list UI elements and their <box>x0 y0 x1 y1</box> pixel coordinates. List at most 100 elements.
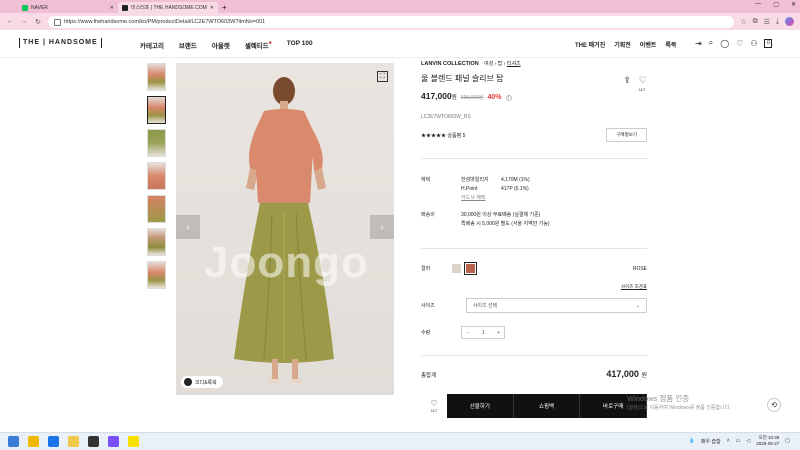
back-icon[interactable]: ← <box>6 18 14 25</box>
plus-icon[interactable]: + <box>497 330 500 336</box>
nav-brand[interactable]: 브랜드 <box>179 40 197 50</box>
util-magazine[interactable]: THE 매거진 <box>575 40 605 49</box>
close-tab-icon[interactable]: ✕ <box>210 5 214 11</box>
delivery-row: 배송비 30,000원 이상 무료배송 (실결제 기준) <box>421 211 647 220</box>
tray-chevron-icon[interactable]: ˄ <box>727 438 730 444</box>
forward-icon[interactable]: → <box>20 18 28 25</box>
like-heart-icon[interactable]: ♡ <box>639 75 647 86</box>
system-tray: 💧 매우 습함 ˄ ▭ ◁ 오전 10:39 2025-06-27 ▢ <box>689 435 790 447</box>
coordi-lookbook-button[interactable]: 코디&룩북 <box>181 376 223 388</box>
price-row: 417,000원 695,000원 40% i <box>421 91 647 101</box>
thumbnail-item[interactable] <box>147 195 166 223</box>
user-icon[interactable]: ⚇ <box>750 39 757 48</box>
review-view-button[interactable]: 구매평보기 <box>606 128 647 142</box>
thumbnail-item[interactable] <box>147 63 166 91</box>
browser-tab-handsome[interactable]: 미스터프 | THE HANDSOME.COM ✕ <box>118 2 218 13</box>
tab-title: 미스터프 | THE HANDSOME.COM <box>131 5 207 11</box>
reload-icon[interactable]: ↻ <box>34 18 42 26</box>
close-tab-icon[interactable]: ✕ <box>110 5 114 11</box>
add-to-bag-button[interactable]: 쇼핑백 <box>513 394 581 418</box>
discount-rate: 40% <box>487 94 502 101</box>
clock[interactable]: 오전 10:39 2025-06-27 <box>756 435 779 447</box>
color-option-row: 컬러 ROSE <box>421 262 647 275</box>
quantity-row: 수량 − 1 + <box>421 326 506 339</box>
product-code: LC2E7WTO603W_RS <box>421 114 471 120</box>
weather-text[interactable]: 매우 습함 <box>701 438 721 445</box>
nav-category[interactable]: 카테고리 <box>140 40 164 50</box>
network-icon[interactable]: ▭ <box>736 438 741 444</box>
thumbnail-item[interactable] <box>147 261 166 289</box>
wish-button[interactable]: ♡ 117 <box>421 394 447 418</box>
maximize-icon[interactable]: ▢ <box>773 1 779 8</box>
quantity-value[interactable]: 1 <box>482 330 485 336</box>
mypage-icon[interactable]: ◯ <box>720 39 729 48</box>
url-field[interactable]: https://www.thehandsome.com/ko/PM/produc… <box>48 15 735 28</box>
brand-name[interactable]: LANVIN COLLECTION <box>421 61 479 67</box>
recent-view-icon[interactable]: ⟲ <box>767 398 781 412</box>
breadcrumb-tshirt[interactable]: 티셔츠 <box>507 61 521 67</box>
gift-button[interactable]: 선물하기 <box>447 394 514 418</box>
windows-activation-watermark: Windows 정품 인증 [설정]으로 이동하여 Windows를 정품 인증… <box>627 393 731 411</box>
minus-icon[interactable]: − <box>466 330 469 336</box>
main-nav: 카테고리 브랜드 아울렛 셀렉티드● TOP 100 <box>140 40 313 50</box>
close-window-icon[interactable]: ✕ <box>791 1 796 8</box>
app-icon[interactable] <box>108 436 119 447</box>
wishlist-heart-icon[interactable]: ♡ <box>736 39 743 48</box>
volume-icon[interactable]: ◁ <box>746 438 750 444</box>
terminal-icon[interactable] <box>88 436 99 447</box>
main-product-image[interactable]: Joongo ⛶ ‹ › 코디&룩북 <box>176 63 394 395</box>
minimize-icon[interactable]: — <box>755 1 761 8</box>
prev-image-button[interactable]: ‹ <box>176 215 200 239</box>
naver-favicon-icon <box>22 4 28 11</box>
shopping-bag-icon[interactable]: 0 <box>764 38 773 48</box>
extensions-icon[interactable]: ⧉ <box>753 18 758 26</box>
new-tab-button[interactable]: + <box>222 2 227 13</box>
favorites-icon[interactable]: ☰ <box>764 18 770 26</box>
fullscreen-icon[interactable]: ⛶ <box>377 71 388 82</box>
breadcrumb-women[interactable]: 여성 <box>484 61 493 67</box>
breadcrumb-top[interactable]: 탑 <box>498 61 503 67</box>
nav-selected[interactable]: 셀렉티드● <box>245 40 272 50</box>
notification-icon[interactable]: ▢ <box>785 438 790 444</box>
total-price: 417,000 원 <box>606 369 647 379</box>
kakaotalk-icon[interactable] <box>128 436 139 447</box>
card-benefit-link[interactable]: 카드사 혜택 <box>461 194 647 203</box>
divider <box>421 355 647 356</box>
size-select[interactable]: 사이즈 선택 ⌄ <box>465 298 647 313</box>
color-swatch-beige[interactable] <box>452 264 461 273</box>
start-icon[interactable] <box>8 436 19 447</box>
profile-avatar[interactable] <box>785 17 794 26</box>
search-icon[interactable]: ⌕ <box>709 38 713 48</box>
thumbnail-item[interactable] <box>147 129 166 157</box>
weather-drop-icon: 💧 <box>688 438 695 444</box>
color-swatch-rose[interactable] <box>464 262 477 275</box>
size-guide-link[interactable]: 사이즈 조견표 <box>621 284 647 290</box>
like-count: 117 <box>638 87 646 92</box>
site-logo[interactable]: THE | HANDSOME <box>19 38 102 48</box>
thumbnail-item-selected[interactable] <box>147 96 166 124</box>
browser-tab-naver[interactable]: NAVER ✕ <box>18 2 118 13</box>
wish-count: 117 <box>430 408 438 413</box>
nav-top100[interactable]: TOP 100 <box>287 40 313 50</box>
benefit-label: 혜택 <box>421 177 431 183</box>
address-bar-row: ← → ↻ https://www.thehandsome.com/ko/PM/… <box>0 13 800 30</box>
star-bookmark-icon[interactable]: ☆ <box>740 18 746 26</box>
login-icon[interactable]: ⇥ <box>695 39 702 48</box>
next-image-button[interactable]: › <box>370 215 394 239</box>
share-icon[interactable]: ⇪ <box>623 75 631 86</box>
nav-outlet[interactable]: 아울렛 <box>212 40 230 50</box>
util-lookbook[interactable]: 룩북 <box>665 40 676 49</box>
download-icon[interactable]: ⤓ <box>776 18 779 26</box>
benefit-value: 417P (0.1%) <box>501 186 529 192</box>
review-count[interactable]: 상품평 5 <box>447 133 465 139</box>
thumbnail-item[interactable] <box>147 228 166 256</box>
original-price: 695,000원 <box>460 95 484 101</box>
util-exhibition[interactable]: 기획전 <box>614 40 631 49</box>
util-event[interactable]: 이벤트 <box>640 40 657 49</box>
file-explorer-icon[interactable] <box>68 436 79 447</box>
thumbnail-item[interactable] <box>147 162 166 190</box>
copilot-icon[interactable] <box>28 436 39 447</box>
info-icon[interactable]: i <box>505 95 512 101</box>
edge-icon[interactable] <box>48 436 59 447</box>
chevron-down-icon: ⌄ <box>635 302 640 309</box>
